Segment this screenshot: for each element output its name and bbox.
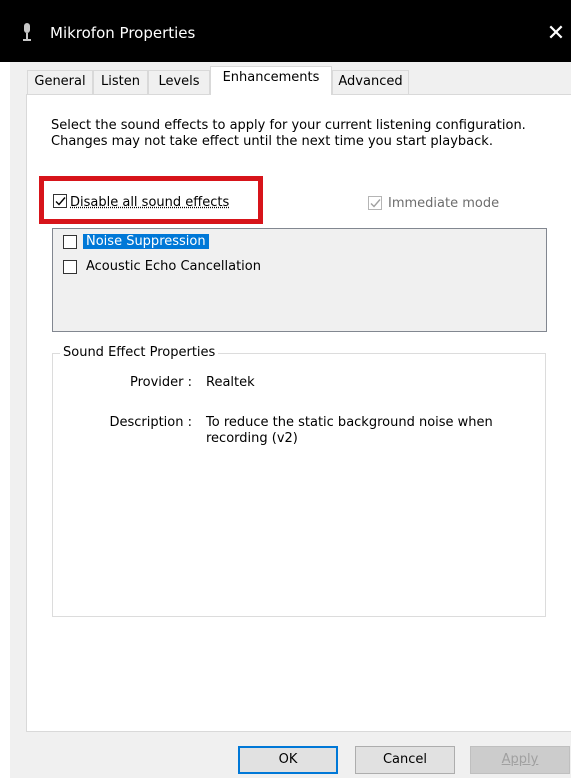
provider-value: Realtek <box>206 375 255 390</box>
ok-button[interactable]: OK <box>238 746 338 774</box>
tab-advanced[interactable]: Advanced <box>332 70 409 94</box>
tab-general[interactable]: General <box>27 70 93 94</box>
echo-cancellation-label[interactable]: Acoustic Echo Cancellation <box>86 259 261 274</box>
sound-effect-properties-group <box>52 353 546 617</box>
noise-suppression-checkbox[interactable] <box>63 235 77 249</box>
microphone-icon <box>23 23 31 41</box>
tab-label: Enhancements <box>222 70 320 85</box>
description-value: To reduce the static background noise wh… <box>206 415 493 446</box>
description-label: Description : <box>109 415 192 430</box>
immediate-mode-label: Immediate mode <box>388 196 500 211</box>
tab-label: Listen <box>101 74 140 89</box>
highlight-annotation <box>39 176 263 224</box>
cancel-button[interactable]: Cancel <box>355 746 455 774</box>
checkmark-icon <box>370 199 381 208</box>
window-title: Mikrofon Properties <box>50 24 196 42</box>
close-button[interactable]: ✕ <box>541 14 571 54</box>
tab-label: Advanced <box>338 74 403 89</box>
close-icon: ✕ <box>546 21 566 46</box>
tab-levels[interactable]: Levels <box>148 70 210 94</box>
echo-cancellation-checkbox[interactable] <box>63 260 77 274</box>
tab-enhancements[interactable]: Enhancements <box>210 66 332 95</box>
enhancements-description: Select the sound effects to apply for yo… <box>51 118 526 149</box>
apply-button[interactable]: Apply <box>470 746 570 774</box>
tab-listen[interactable]: Listen <box>93 70 148 94</box>
noise-suppression-label: Noise Suppression <box>83 234 209 249</box>
tab-label: Levels <box>158 74 200 89</box>
group-title: Sound Effect Properties <box>60 345 219 360</box>
list-item[interactable]: Noise Suppression <box>83 234 209 249</box>
provider-label: Provider : <box>129 375 192 390</box>
tab-label: General <box>34 74 86 89</box>
immediate-mode-checkbox[interactable] <box>368 196 382 210</box>
title-bar[interactable]: Mikrofon Properties ✕ <box>0 0 571 62</box>
